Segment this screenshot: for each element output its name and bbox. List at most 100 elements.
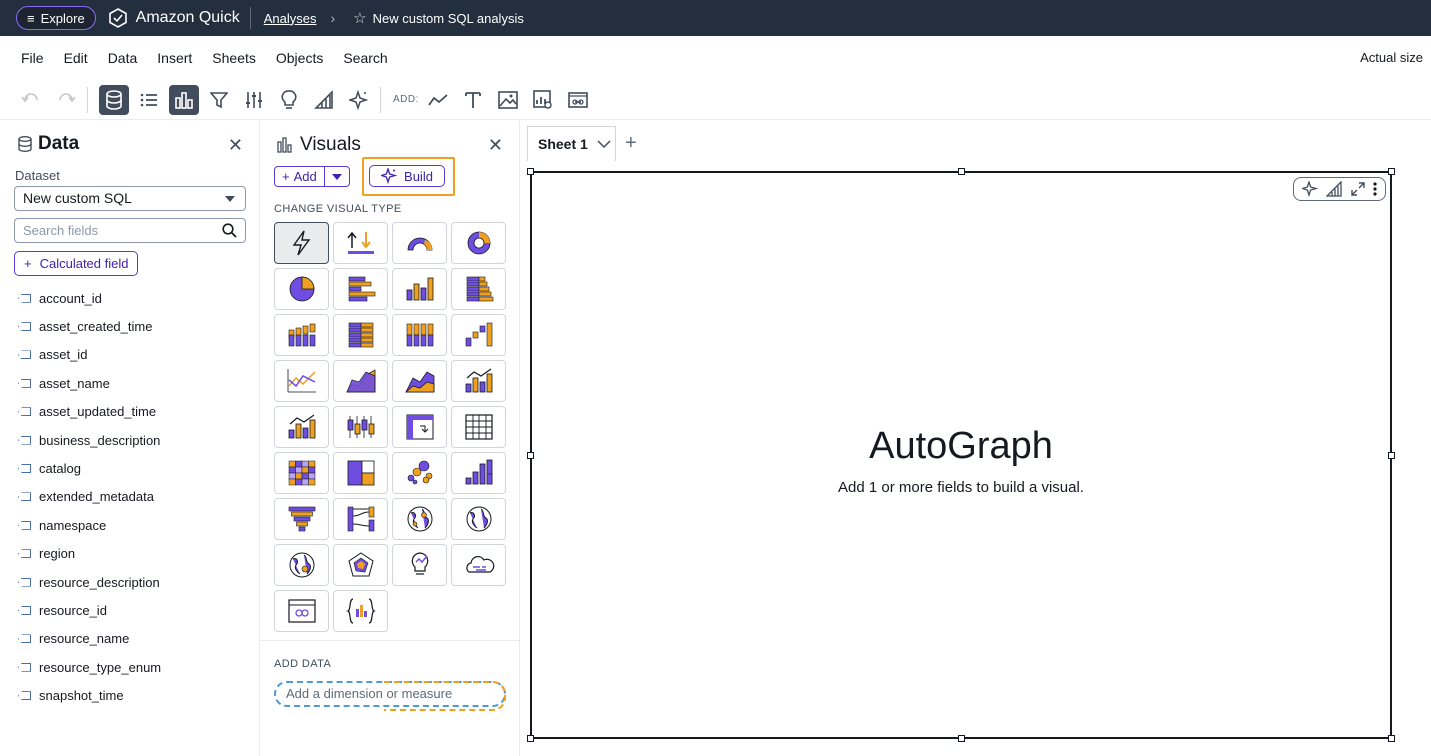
visual-type-box-plot-icon[interactable]: [333, 406, 388, 448]
actual-size-dropdown[interactable]: Actual size: [1360, 50, 1423, 65]
explore-button[interactable]: ≡ Explore: [16, 6, 96, 30]
breadcrumb-analyses-link[interactable]: Analyses: [264, 11, 317, 26]
visual-type-radar-icon[interactable]: [333, 544, 388, 586]
visual-type-insight-icon[interactable]: [392, 544, 447, 586]
field-item[interactable]: catalog: [18, 454, 161, 482]
insights-icon[interactable]: [274, 85, 304, 115]
menu-edit[interactable]: Edit: [54, 50, 98, 66]
field-item[interactable]: resource_description: [18, 568, 161, 596]
autograph-visual[interactable]: AutoGraph Add 1 or more fields to build …: [527, 168, 1395, 742]
menu-insert[interactable]: Insert: [147, 50, 202, 66]
visual-type-waterfall-icon[interactable]: [451, 314, 506, 356]
dataset-icon[interactable]: [99, 84, 129, 115]
tab-sheet-1[interactable]: Sheet 1: [527, 126, 616, 161]
visual-type-histogram-icon[interactable]: [451, 452, 506, 494]
visual-type-word-cloud-icon[interactable]: [451, 544, 506, 586]
visual-type-layer-map-icon[interactable]: [274, 544, 329, 586]
visual-type-gauge-icon[interactable]: [392, 222, 447, 264]
close-icon[interactable]: ✕: [228, 135, 243, 156]
visual-type-line-icon[interactable]: [274, 360, 329, 402]
visual-type-autograph-icon[interactable]: [274, 222, 329, 264]
expand-icon[interactable]: [1350, 182, 1365, 196]
visual-type-stacked-area-icon[interactable]: [392, 360, 447, 402]
list-icon[interactable]: [134, 85, 164, 115]
menu-data[interactable]: Data: [98, 50, 148, 66]
resize-handle[interactable]: [958, 735, 965, 742]
sparkle-icon[interactable]: [344, 85, 374, 115]
add-visual-dropdown[interactable]: [325, 167, 349, 186]
visual-type-points-on-map-icon[interactable]: [392, 498, 447, 540]
field-item[interactable]: asset_updated_time: [18, 398, 161, 426]
more-options-icon[interactable]: [1373, 182, 1377, 196]
resize-handle[interactable]: [527, 168, 534, 175]
visual-type-embed-icon[interactable]: [274, 590, 329, 632]
add-dimension-input[interactable]: Add a dimension or measure: [274, 681, 506, 711]
field-item[interactable]: namespace: [18, 511, 161, 539]
sparkle-icon[interactable]: [1302, 181, 1319, 197]
brand[interactable]: Amazon Quick: [108, 8, 240, 28]
field-item[interactable]: asset_created_time: [18, 312, 161, 340]
visual-type-custom-visual-icon[interactable]: [333, 590, 388, 632]
visual-type-vertical-bar-icon[interactable]: [392, 268, 447, 310]
visual-type-table-icon[interactable]: [451, 406, 506, 448]
visual-type-vertical-stacked-bar-icon[interactable]: [274, 314, 329, 356]
field-item[interactable]: resource_id: [18, 596, 161, 624]
visual-type-pie-icon[interactable]: [274, 268, 329, 310]
visual-type-area-icon[interactable]: [333, 360, 388, 402]
dataset-select[interactable]: New custom SQL: [14, 186, 246, 211]
undo-icon[interactable]: [16, 85, 46, 115]
visual-type-funnel-icon[interactable]: [274, 498, 329, 540]
add-insight-icon[interactable]: [528, 85, 558, 115]
add-image-icon[interactable]: [493, 85, 523, 115]
field-item[interactable]: business_description: [18, 426, 161, 454]
close-icon[interactable]: ✕: [488, 135, 503, 156]
field-item[interactable]: resource_name: [18, 625, 161, 653]
add-visual-button[interactable]: + Add: [275, 167, 325, 186]
themes-icon[interactable]: [309, 85, 339, 115]
star-icon[interactable]: ☆: [353, 9, 366, 27]
redo-icon[interactable]: [51, 85, 81, 115]
visual-type-horizontal-stacked-bar-icon[interactable]: [451, 268, 506, 310]
visual-type-heat-map-icon[interactable]: [274, 452, 329, 494]
visual-type-horizontal-100-bar-icon[interactable]: [333, 314, 388, 356]
add-embed-icon[interactable]: [563, 85, 593, 115]
visual-type-pivot-table-icon[interactable]: [392, 406, 447, 448]
menu-objects[interactable]: Objects: [266, 50, 333, 66]
visual-type-horizontal-bar-icon[interactable]: [333, 268, 388, 310]
add-visual-icon[interactable]: [423, 85, 453, 115]
resize-handle[interactable]: [527, 735, 534, 742]
format-visual-icon[interactable]: [1326, 181, 1343, 197]
menu-file[interactable]: File: [11, 50, 54, 66]
parameters-icon[interactable]: [239, 85, 269, 115]
visuals-icon[interactable]: [169, 84, 199, 115]
menu-search[interactable]: Search: [333, 50, 397, 66]
resize-handle[interactable]: [958, 168, 965, 175]
visual-type-scatter-icon[interactable]: [392, 452, 447, 494]
chevron-down-icon[interactable]: [597, 139, 611, 149]
field-item[interactable]: asset_name: [18, 369, 161, 397]
field-item[interactable]: region: [18, 540, 161, 568]
menu-sheets[interactable]: Sheets: [202, 50, 266, 66]
build-visual-button[interactable]: Build: [369, 165, 445, 187]
resize-handle[interactable]: [1388, 168, 1395, 175]
visual-type-sankey-icon[interactable]: [333, 498, 388, 540]
visual-type-clustered-bar-combo-icon[interactable]: [274, 406, 329, 448]
visual-type-kpi-icon[interactable]: [333, 222, 388, 264]
resize-handle[interactable]: [1388, 735, 1395, 742]
field-item[interactable]: asset_id: [18, 341, 161, 369]
visual-type-vertical-100-bar-icon[interactable]: [392, 314, 447, 356]
analysis-title[interactable]: New custom SQL analysis: [373, 11, 524, 26]
field-item[interactable]: account_id: [18, 284, 161, 312]
field-item[interactable]: snapshot_time: [18, 681, 161, 709]
field-item[interactable]: resource_type_enum: [18, 653, 161, 681]
visual-type-filled-map-icon[interactable]: [451, 498, 506, 540]
visual-type-tree-map-icon[interactable]: [333, 452, 388, 494]
filter-icon[interactable]: [204, 85, 234, 115]
visual-type-donut-icon[interactable]: [451, 222, 506, 264]
field-item[interactable]: extended_metadata: [18, 483, 161, 511]
search-fields-input[interactable]: Search fields: [14, 218, 246, 243]
calculated-field-button[interactable]: + Calculated field: [14, 251, 139, 276]
add-sheet-icon[interactable]: +: [625, 132, 637, 155]
visual-type-bar-and-line-icon[interactable]: [451, 360, 506, 402]
add-text-icon[interactable]: [458, 85, 488, 115]
